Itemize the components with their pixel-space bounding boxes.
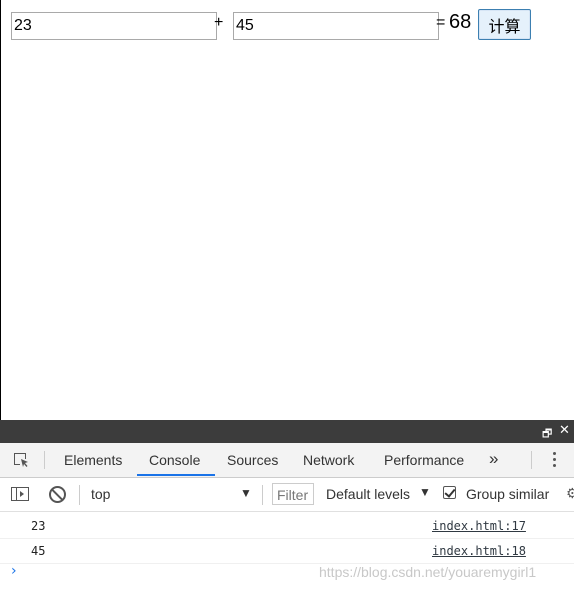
result-value: 68 [449, 11, 472, 33]
toolbar-separator [44, 451, 45, 469]
inspect-element-icon[interactable] [13, 452, 29, 468]
window-edge [0, 0, 1, 420]
context-dropdown-arrow-icon[interactable]: ▼ [240, 486, 252, 500]
tab-console[interactable]: Console [149, 443, 200, 477]
levels-dropdown-arrow-icon[interactable]: ▼ [419, 485, 431, 499]
group-similar-label: Group similar [466, 486, 550, 502]
console-log-row: 45 index.html:18 [0, 539, 574, 564]
toolbar-separator [531, 451, 532, 469]
log-message: 45 [31, 544, 46, 558]
context-selector[interactable]: top [91, 486, 110, 502]
plus-sign: + [214, 14, 224, 31]
tab-elements[interactable]: Elements [64, 443, 122, 477]
group-similar-checkbox[interactable] [443, 486, 456, 499]
tab-performance[interactable]: Performance [384, 443, 464, 477]
log-source-link[interactable]: index.html:17 [432, 519, 526, 533]
toolbar-separator [79, 485, 80, 505]
tab-sources[interactable]: Sources [227, 443, 278, 477]
devtools-titlebar: 🗗 ✕ [0, 420, 574, 443]
clear-console-icon[interactable] [49, 486, 66, 503]
log-source-link[interactable]: index.html:18 [432, 544, 526, 558]
filter-input[interactable]: Filter [272, 483, 314, 505]
settings-gear-icon[interactable]: ⚙ [566, 485, 574, 502]
restore-icon[interactable]: 🗗 [542, 425, 552, 444]
watermark: https://blog.csdn.net/youaremygirl1 [319, 564, 537, 580]
devtools-tab-bar: Elements Console Sources Network Perform… [0, 443, 574, 478]
console-toolbar: top ▼ Filter Default levels ▼ Group simi… [0, 478, 574, 512]
calculate-button[interactable]: 计算 [478, 9, 531, 40]
log-message: 23 [31, 519, 46, 533]
log-levels-dropdown[interactable]: Default levels [326, 486, 410, 502]
console-log-row: 23 index.html:17 [0, 514, 574, 539]
toolbar-separator [262, 485, 263, 505]
close-icon[interactable]: ✕ [559, 423, 570, 438]
devtools-panel: 🗗 ✕ Elements Console Sources Network Per… [0, 420, 574, 592]
sidebar-toggle-icon[interactable] [11, 487, 29, 501]
console-prompt-icon[interactable]: › [11, 563, 17, 579]
kebab-menu-icon[interactable] [553, 452, 557, 470]
tab-network[interactable]: Network [303, 443, 354, 477]
first-number-input[interactable] [11, 12, 217, 40]
active-tab-indicator [137, 474, 215, 476]
more-tabs-button[interactable]: » [489, 443, 498, 477]
page-area: + = 68 计算 [0, 0, 574, 420]
equals-sign: = [436, 14, 446, 31]
second-number-input[interactable] [233, 12, 439, 40]
